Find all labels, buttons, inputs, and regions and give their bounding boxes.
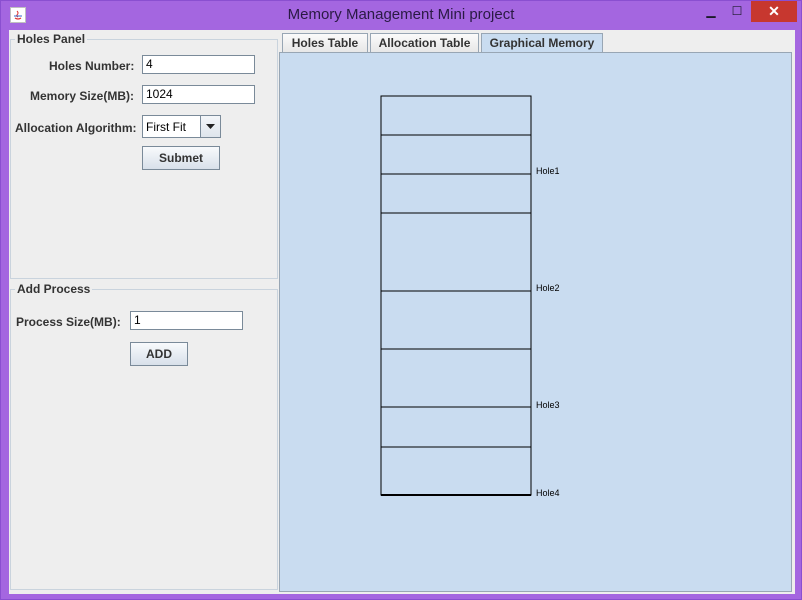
memory-size-label: Memory Size(MB): (30, 89, 135, 103)
memory-diagram: Hole1 Hole2 Hole3 Hole4 (380, 95, 560, 498)
add-button[interactable]: ADD (130, 342, 188, 366)
hole-label-1: Hole1 (536, 166, 560, 176)
add-process-title: Add Process (15, 282, 93, 296)
title-bar[interactable]: Memory Management Mini project ▁ ☐ ✕ (1, 1, 801, 30)
allocation-algorithm-label: Allocation Algorithm: (15, 121, 137, 135)
submit-button[interactable]: Submet (142, 146, 220, 170)
hole-label-2: Hole2 (536, 283, 560, 293)
allocation-algorithm-value: First Fit (146, 120, 186, 134)
minimize-button[interactable]: ▁ (698, 1, 724, 22)
tab-allocation-table[interactable]: Allocation Table (370, 33, 479, 53)
holes-number-label: Holes Number: (49, 59, 135, 73)
process-size-label: Process Size(MB): (16, 315, 121, 329)
close-button[interactable]: ✕ (751, 1, 797, 22)
holes-panel-title: Holes Panel (15, 32, 88, 46)
allocation-algorithm-select[interactable]: First Fit (142, 115, 221, 138)
maximize-button[interactable]: ☐ (724, 1, 750, 22)
client-area: Holes Panel Holes Number: 4 Memory Size(… (9, 30, 795, 594)
hole-label-3: Hole3 (536, 400, 560, 410)
window-title: Memory Management Mini project (287, 6, 515, 23)
graphical-memory-panel: Hole1 Hole2 Hole3 Hole4 (279, 52, 792, 592)
tab-holes-table[interactable]: Holes Table (282, 33, 368, 53)
add-process-panel (10, 289, 278, 590)
memory-size-input[interactable]: 1024 (142, 85, 255, 104)
memory-column (380, 95, 532, 496)
app-window: Memory Management Mini project ▁ ☐ ✕ Hol… (0, 0, 802, 600)
holes-number-input[interactable]: 4 (142, 55, 255, 74)
chevron-down-icon[interactable] (200, 116, 220, 137)
hole-label-4: Hole4 (536, 488, 560, 498)
process-size-input[interactable]: 1 (130, 311, 243, 330)
